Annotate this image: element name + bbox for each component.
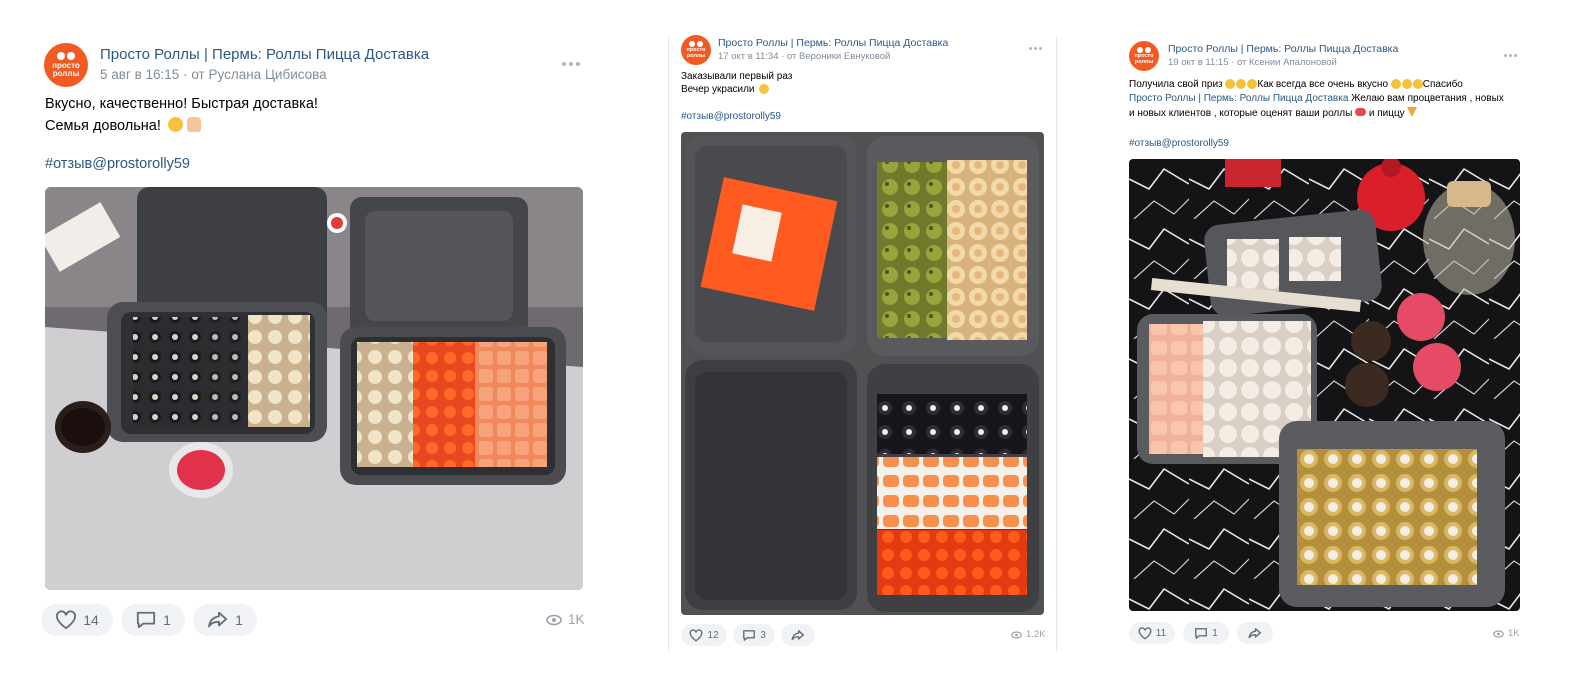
views-counter: 1K bbox=[546, 612, 585, 627]
post-date[interactable]: 17 окт в 11:34 bbox=[718, 51, 779, 62]
comment-icon bbox=[743, 629, 756, 641]
like-button[interactable]: 11 bbox=[1129, 622, 1175, 644]
post-text-line-2: Просто Роллы | Пермь: Роллы Пицца Достав… bbox=[1129, 93, 1504, 104]
comment-count: 1 bbox=[1212, 627, 1218, 639]
comment-button[interactable]: 3 bbox=[733, 624, 775, 646]
share-icon bbox=[208, 611, 228, 628]
views-counter: 1K bbox=[1493, 628, 1520, 639]
like-count: 14 bbox=[83, 612, 99, 628]
hashtag-link[interactable]: #отзыв@prostorolly59 bbox=[1129, 138, 1229, 149]
group-avatar[interactable]: просто роллы bbox=[1129, 41, 1159, 71]
views-count: 1K bbox=[568, 612, 585, 627]
post-text-line-2: Вечер украсили bbox=[681, 84, 770, 95]
column-divider bbox=[1056, 36, 1057, 652]
heart-icon bbox=[1138, 626, 1152, 640]
views-count: 1K bbox=[1508, 628, 1520, 639]
like-count: 12 bbox=[707, 629, 719, 641]
post-text-line-1: Вкусно, качественно! Быстрая доставка! bbox=[45, 96, 318, 112]
smile-emoji-icon bbox=[1412, 79, 1423, 89]
smirk-emoji-icon bbox=[167, 117, 183, 132]
eye-icon bbox=[546, 614, 562, 625]
post-text-line-2-label: Семья довольна! bbox=[45, 118, 161, 134]
post-text-line-2-label: Вечер украсили bbox=[681, 84, 755, 95]
like-button[interactable]: 12 bbox=[681, 624, 727, 646]
post-1: просто роллы Просто Роллы | Пермь: Роллы… bbox=[0, 0, 620, 694]
comment-count: 1 bbox=[163, 612, 171, 628]
meta-dot: · bbox=[781, 51, 787, 62]
post-meta: 17 окт в 11:34 · от Вероники Евнуковой bbox=[718, 51, 890, 62]
sushi-emoji-icon bbox=[1355, 108, 1367, 116]
post-author[interactable]: от Ксении Апалоновой bbox=[1237, 57, 1337, 68]
post-photo[interactable] bbox=[1129, 159, 1520, 611]
grin-emoji-icon bbox=[1247, 79, 1258, 89]
post-text-line-3-tail: и пиццу bbox=[1368, 108, 1405, 119]
hashtag-link[interactable]: #отзыв@prostorolly59 bbox=[45, 156, 190, 172]
comment-icon bbox=[137, 611, 156, 629]
group-name[interactable]: Просто Роллы | Пермь: Роллы Пицца Достав… bbox=[718, 37, 948, 49]
comment-count: 3 bbox=[760, 629, 766, 641]
more-icon[interactable] bbox=[1029, 47, 1042, 50]
sushi-photo-1 bbox=[45, 187, 583, 590]
grin-emoji-icon bbox=[1236, 79, 1247, 89]
post-text-line-2: Семья довольна! bbox=[45, 117, 201, 134]
share-count: 1 bbox=[235, 612, 243, 628]
post-date[interactable]: 19 окт в 11:15 bbox=[1168, 57, 1229, 68]
post-meta: 19 окт в 11:15 · от Ксении Апалоновой bbox=[1168, 57, 1337, 68]
grin-emoji-icon bbox=[1225, 79, 1236, 89]
post-text-part-2: Как всегда все очень вкусно bbox=[1257, 79, 1389, 90]
post-text-part-1: Получила свой приз bbox=[1129, 79, 1223, 90]
comment-icon bbox=[1195, 627, 1208, 639]
group-mention-link[interactable]: Просто Роллы | Пермь: Роллы Пицца Достав… bbox=[1129, 93, 1348, 104]
post-text-line-3-label: и новых клиентов , которые оценят ваши р… bbox=[1129, 108, 1353, 119]
heart-icon bbox=[689, 628, 703, 642]
avatar-text-2: роллы bbox=[686, 52, 706, 59]
group-name[interactable]: Просто Роллы | Пермь: Роллы Пицца Достав… bbox=[100, 46, 429, 63]
views-counter: 1.2K bbox=[1011, 629, 1046, 640]
more-icon[interactable] bbox=[562, 62, 580, 66]
comment-button[interactable]: 1 bbox=[121, 604, 185, 636]
eye-icon bbox=[1011, 630, 1022, 639]
heart-icon bbox=[56, 610, 77, 630]
share-icon bbox=[1248, 627, 1261, 638]
post-text-line-2-rest: Желаю вам процветания , новых bbox=[1351, 93, 1504, 104]
group-avatar[interactable]: просто роллы bbox=[44, 43, 88, 87]
post-text-line-1: Получила свой приз Как всегда все очень … bbox=[1129, 79, 1463, 90]
sushi-photo-2 bbox=[681, 132, 1044, 615]
group-name[interactable]: Просто Роллы | Пермь: Роллы Пицца Достав… bbox=[1168, 43, 1398, 55]
post-text-line-3: и новых клиентов , которые оценят ваши р… bbox=[1129, 107, 1418, 119]
avatar-text-2: роллы bbox=[1134, 58, 1154, 65]
like-button[interactable]: 14 bbox=[41, 604, 113, 636]
post-text-part-3: Спасибо bbox=[1422, 79, 1463, 90]
thumbs-up-emoji-icon bbox=[186, 117, 201, 132]
share-button[interactable] bbox=[781, 624, 815, 646]
more-icon[interactable] bbox=[1504, 54, 1517, 57]
views-count: 1.2K bbox=[1026, 629, 1046, 640]
group-avatar[interactable]: просто роллы bbox=[681, 35, 711, 65]
smiling-emoji-icon bbox=[759, 84, 770, 94]
like-count: 11 bbox=[1155, 627, 1167, 639]
smile-emoji-icon bbox=[1401, 79, 1412, 89]
post-meta: 5 авг в 16:15 · от Руслана Цибисова bbox=[100, 67, 327, 82]
meta-dot: · bbox=[1231, 57, 1237, 68]
share-icon bbox=[791, 629, 804, 640]
logo-eyes-icon bbox=[57, 52, 75, 60]
hashtag-link[interactable]: #отзыв@prostorolly59 bbox=[681, 111, 781, 122]
eye-icon bbox=[1493, 629, 1504, 638]
avatar-text-2: роллы bbox=[52, 69, 80, 78]
smile-emoji-icon bbox=[1390, 79, 1401, 89]
comment-button[interactable]: 1 bbox=[1183, 622, 1229, 644]
post-author[interactable]: от Вероники Евнуковой bbox=[787, 51, 890, 62]
post-photo[interactable] bbox=[45, 187, 583, 590]
post-photo[interactable] bbox=[681, 132, 1044, 615]
column-divider bbox=[668, 36, 669, 652]
post-date[interactable]: 5 авг в 16:15 bbox=[100, 67, 179, 82]
share-button[interactable]: 1 bbox=[193, 604, 257, 636]
sushi-photo-3 bbox=[1129, 159, 1520, 611]
post-author[interactable]: от Руслана Цибисова bbox=[191, 67, 326, 82]
share-button[interactable] bbox=[1237, 622, 1273, 644]
pizza-emoji-icon bbox=[1407, 107, 1418, 117]
post-text-line-1: Заказывали первый раз bbox=[681, 71, 793, 82]
